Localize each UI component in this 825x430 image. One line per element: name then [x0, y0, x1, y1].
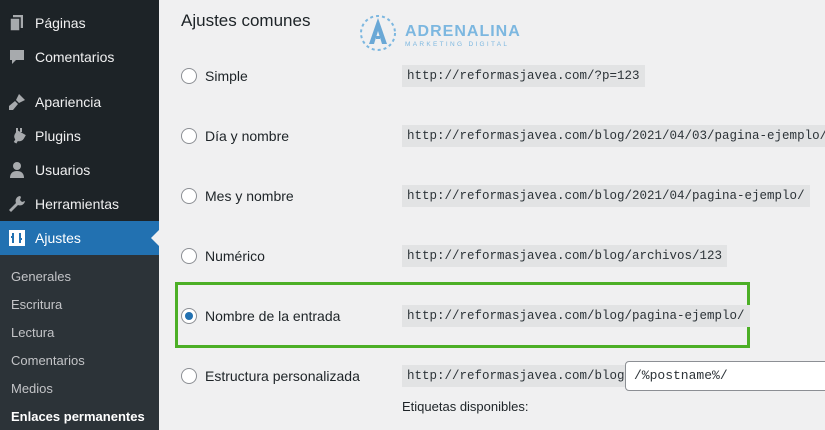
- radio-month-name[interactable]: [181, 188, 197, 204]
- sidebar-item-label: Usuarios: [35, 162, 91, 178]
- option-label: Estructura personalizada: [205, 368, 360, 384]
- appearance-icon: [7, 92, 27, 112]
- sidebar-item-tools[interactable]: Herramientas: [0, 187, 159, 221]
- pages-icon: [7, 13, 27, 33]
- active-indicator: [151, 230, 159, 246]
- sidebar-item-label: Apariencia: [35, 94, 102, 110]
- radio-custom[interactable]: [181, 368, 197, 384]
- plugins-icon: [7, 126, 27, 146]
- example-url-day-name: http://reformasjavea.com/blog/2021/04/03…: [402, 125, 825, 147]
- example-url-post-name: http://reformasjavea.com/blog/pagina-eje…: [402, 305, 750, 327]
- comments-icon: [7, 47, 27, 67]
- submenu-item-media[interactable]: Medios: [11, 381, 53, 396]
- permalink-option-post-name[interactable]: Nombre de la entrada: [181, 304, 340, 328]
- permalink-option-day-name[interactable]: Día y nombre: [181, 124, 289, 148]
- sidebar-item-appearance[interactable]: Apariencia: [0, 85, 159, 119]
- sidebar-item-label: Páginas: [35, 15, 86, 31]
- radio-post-name[interactable]: [181, 308, 197, 324]
- sidebar-item-label: Plugins: [35, 128, 81, 144]
- option-label: Simple: [205, 68, 248, 84]
- sidebar-item-label: Ajustes: [35, 230, 81, 246]
- custom-base-url: http://reformasjavea.com/blog: [402, 365, 630, 387]
- submenu-item-writing[interactable]: Escritura: [11, 297, 62, 312]
- submenu-item-permalinks[interactable]: Enlaces permanentes: [11, 409, 145, 424]
- main-content: Ajustes comunes ADRENALINA MARKETING DIG…: [159, 0, 825, 430]
- logo-tagline: MARKETING DIGITAL: [405, 41, 510, 48]
- submenu-item-general[interactable]: Generales: [11, 269, 71, 284]
- radio-plain[interactable]: [181, 68, 197, 84]
- radio-day-name[interactable]: [181, 128, 197, 144]
- sidebar-item-comments[interactable]: Comentarios: [0, 40, 159, 74]
- option-label: Mes y nombre: [205, 188, 294, 204]
- example-url-month-name: http://reformasjavea.com/blog/2021/04/pa…: [402, 185, 810, 207]
- option-label: Numérico: [205, 248, 265, 264]
- permalink-option-custom[interactable]: Estructura personalizada: [181, 364, 360, 388]
- brand-logo: ADRENALINA MARKETING DIGITAL: [356, 9, 526, 51]
- custom-structure-input[interactable]: /%postname%/: [625, 361, 825, 391]
- settings-submenu: Generales Escritura Lectura Comentarios …: [0, 255, 159, 430]
- settings-icon: [7, 228, 27, 248]
- available-tags-label: Etiquetas disponibles:: [402, 399, 529, 414]
- sidebar-item-pages[interactable]: Páginas: [0, 6, 159, 40]
- submenu-item-discussion[interactable]: Comentarios: [11, 353, 85, 368]
- radio-numeric[interactable]: [181, 248, 197, 264]
- admin-sidebar: Páginas Comentarios Apariencia Plugins U…: [0, 0, 159, 430]
- logo-name: ADRENALINA: [405, 23, 521, 40]
- submenu-item-reading[interactable]: Lectura: [11, 325, 54, 340]
- sidebar-item-plugins[interactable]: Plugins: [0, 119, 159, 153]
- option-label: Nombre de la entrada: [205, 308, 341, 324]
- users-icon: [7, 160, 27, 180]
- example-url-numeric: http://reformasjavea.com/blog/archivos/1…: [402, 245, 728, 267]
- permalink-option-plain[interactable]: Simple: [181, 64, 248, 88]
- option-label: Día y nombre: [205, 128, 290, 144]
- sidebar-item-label: Herramientas: [35, 196, 120, 212]
- permalink-option-numeric[interactable]: Numérico: [181, 244, 265, 268]
- logo-mark-icon: [360, 15, 396, 51]
- tools-icon: [7, 194, 27, 214]
- permalink-option-month-name[interactable]: Mes y nombre: [181, 184, 294, 208]
- example-url-plain: http://reformasjavea.com/?p=123: [402, 65, 645, 87]
- sidebar-item-users[interactable]: Usuarios: [0, 153, 159, 187]
- section-title: Ajustes comunes: [181, 11, 311, 30]
- sidebar-item-settings[interactable]: Ajustes: [0, 221, 159, 255]
- sidebar-item-label: Comentarios: [35, 49, 115, 65]
